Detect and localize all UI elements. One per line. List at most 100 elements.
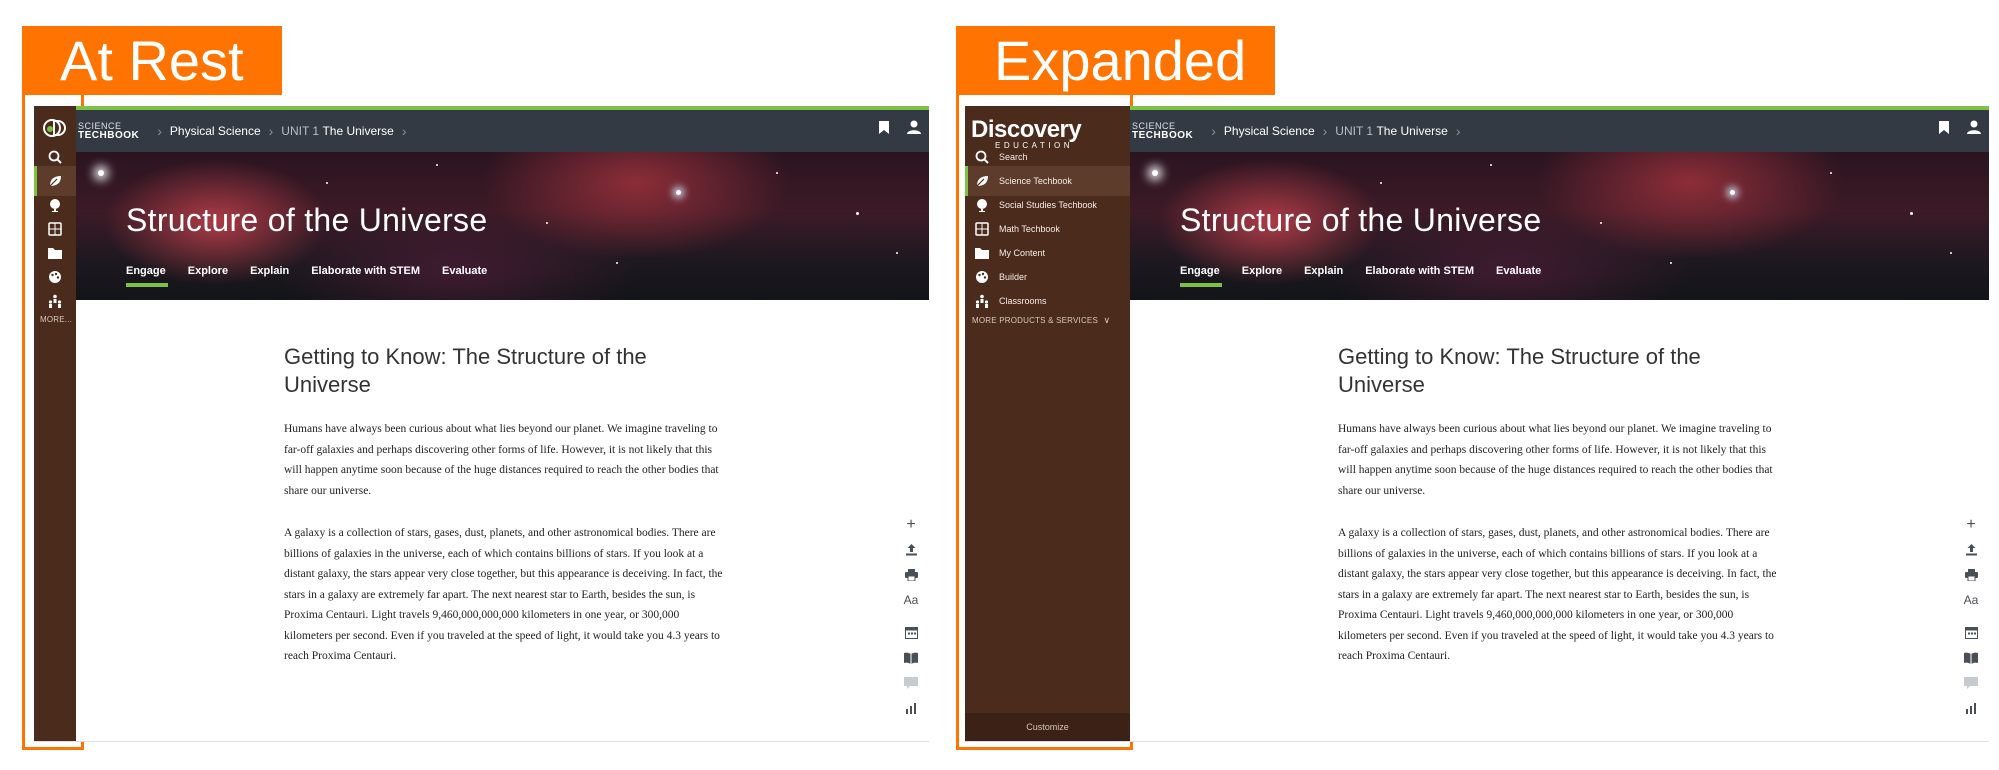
more-products-services-link[interactable]: MORE PRODUCTS & SERVICES ∨ (972, 315, 1110, 326)
hero-banner: Structure of the Universe Engage Explore… (1130, 152, 1989, 300)
article-paragraph: A galaxy is a collection of stars, gases… (1338, 527, 1777, 662)
more-link[interactable]: MORE... (40, 315, 72, 324)
tab-engage[interactable]: Engage (126, 265, 168, 287)
at-rest-panel: At Rest MORE... SCIENCE TECHBOOK › Physi… (0, 0, 940, 770)
book-icon[interactable] (901, 645, 921, 670)
sidebar-item-classrooms[interactable]: Classrooms (965, 286, 1130, 316)
breadcrumb-unit-label[interactable]: UNIT 1 (281, 124, 319, 138)
page-title: Structure of the Universe (126, 202, 488, 238)
calendar-icon[interactable] (901, 620, 921, 645)
breadcrumb-physical-science[interactable]: Physical Science (1224, 124, 1315, 138)
content-area: Getting to Know: The Structure of the Un… (1130, 300, 1989, 741)
tab-explain[interactable]: Explain (1304, 265, 1343, 287)
sidebar-item-label: Search (999, 152, 1028, 162)
logo-wordmark: Discovery (971, 116, 1082, 143)
sidebar-item-label: Classrooms (999, 296, 1047, 306)
chevron-right-icon: › (1322, 123, 1328, 139)
search-icon (965, 150, 999, 164)
user-icon[interactable] (1967, 120, 1981, 134)
text-size-icon[interactable]: Aa (1961, 587, 1981, 612)
chevron-right-icon: › (1455, 123, 1461, 139)
expanded-sidebar: Discovery EDUCATION Search Science Techb… (965, 106, 1130, 741)
calendar-icon[interactable] (1961, 620, 1981, 645)
palette-icon (965, 270, 999, 284)
search-icon (34, 150, 76, 164)
top-bar: SCIENCE TECHBOOK › Physical Science › UN… (76, 106, 929, 152)
calculator-icon (965, 222, 999, 236)
section-tabs: Engage Explore Explain Elaborate with ST… (126, 265, 509, 287)
techbook-brand[interactable]: SCIENCE TECHBOOK (1132, 121, 1193, 141)
folder-icon (34, 247, 76, 259)
user-icon[interactable] (907, 120, 921, 134)
article-heading: Getting to Know: The Structure of the Un… (284, 344, 647, 397)
tab-elaborate-with-stem[interactable]: Elaborate with STEM (311, 265, 420, 287)
palette-icon (34, 270, 76, 284)
text-size-icon[interactable]: Aa (901, 587, 921, 612)
print-icon[interactable] (901, 562, 921, 587)
sidebar-item-label: Builder (999, 272, 1028, 282)
tab-evaluate[interactable]: Evaluate (442, 265, 487, 287)
plus-icon[interactable]: + (901, 512, 921, 537)
tools-toolbar: + Aa (901, 512, 921, 720)
chart-icon[interactable] (901, 695, 921, 720)
breadcrumb-unit-name[interactable]: The Universe (1376, 124, 1447, 138)
upload-icon[interactable] (901, 537, 921, 562)
page-title: Structure of the Universe (1180, 202, 1542, 238)
classroom-icon (965, 294, 999, 308)
sidebar-item-label: Science Techbook (999, 176, 1072, 186)
expanded-panel: Expanded Discovery EDUCATION Search Scie… (940, 0, 1999, 770)
bookmark-icon[interactable] (879, 120, 889, 134)
more-products-label: MORE PRODUCTS & SERVICES (972, 316, 1099, 325)
article: Getting to Know: The Structure of the Un… (1338, 343, 1778, 689)
print-icon[interactable] (1961, 562, 1981, 587)
chevron-right-icon: › (268, 123, 274, 139)
customize-button[interactable]: Customize (965, 713, 1130, 741)
sidebar-item-classrooms[interactable] (34, 286, 76, 316)
article-heading: Getting to Know: The Structure of the Un… (1338, 344, 1701, 397)
tab-elaborate-with-stem[interactable]: Elaborate with STEM (1365, 265, 1474, 287)
app-window: MORE... SCIENCE TECHBOOK › Physical Scie… (34, 106, 929, 742)
at-rest-label: At Rest (22, 26, 282, 95)
comment-icon[interactable] (901, 670, 921, 695)
article-paragraph: Humans have always been curious about wh… (1338, 423, 1773, 497)
classroom-icon (34, 294, 76, 308)
globe-icon (965, 198, 999, 212)
bookmark-icon[interactable] (1939, 120, 1949, 134)
comment-icon[interactable] (1961, 670, 1981, 695)
chevron-right-icon: › (401, 123, 407, 139)
section-tabs: Engage Explore Explain Elaborate with ST… (1180, 265, 1563, 287)
folder-icon (965, 247, 999, 259)
sidebar-item-label: Social Studies Techbook (999, 200, 1097, 210)
discovery-logo-icon[interactable] (42, 118, 68, 138)
top-bar: SCIENCE TECHBOOK › Physical Science › UN… (1130, 106, 1989, 152)
breadcrumb: SCIENCE TECHBOOK › Physical Science › UN… (1130, 110, 1468, 152)
plus-icon[interactable]: + (1961, 512, 1981, 537)
tab-explore[interactable]: Explore (1242, 265, 1282, 287)
content-area: Getting to Know: The Structure of the Un… (76, 300, 929, 741)
chevron-right-icon: › (1211, 123, 1216, 139)
breadcrumb-physical-science[interactable]: Physical Science (170, 124, 261, 138)
tab-evaluate[interactable]: Evaluate (1496, 265, 1541, 287)
tools-toolbar: + Aa (1961, 512, 1981, 720)
globe-icon (34, 198, 76, 212)
techbook-brand[interactable]: SCIENCE TECHBOOK (78, 121, 139, 141)
breadcrumb-unit-name[interactable]: The Universe (322, 124, 393, 138)
leaf-icon (34, 174, 76, 188)
breadcrumb-unit-label[interactable]: UNIT 1 (1335, 124, 1373, 138)
collapsed-sidebar: MORE... (34, 106, 76, 741)
chevron-down-icon: ∨ (1103, 315, 1111, 325)
sidebar-item-label: My Content (999, 248, 1046, 258)
tab-explain[interactable]: Explain (250, 265, 289, 287)
upload-icon[interactable] (1961, 537, 1981, 562)
tab-engage[interactable]: Engage (1180, 265, 1222, 287)
article-paragraph: A galaxy is a collection of stars, gases… (284, 527, 723, 662)
hero-banner: Structure of the Universe Engage Explore… (76, 152, 929, 300)
book-icon[interactable] (1961, 645, 1981, 670)
chevron-right-icon: › (157, 123, 162, 139)
tab-explore[interactable]: Explore (188, 265, 228, 287)
chart-icon[interactable] (1961, 695, 1981, 720)
sidebar-item-label: Math Techbook (999, 224, 1060, 234)
app-window: Discovery EDUCATION Search Science Techb… (965, 106, 1989, 742)
expanded-label: Expanded (956, 26, 1275, 95)
article-paragraph: Humans have always been curious about wh… (284, 423, 719, 497)
